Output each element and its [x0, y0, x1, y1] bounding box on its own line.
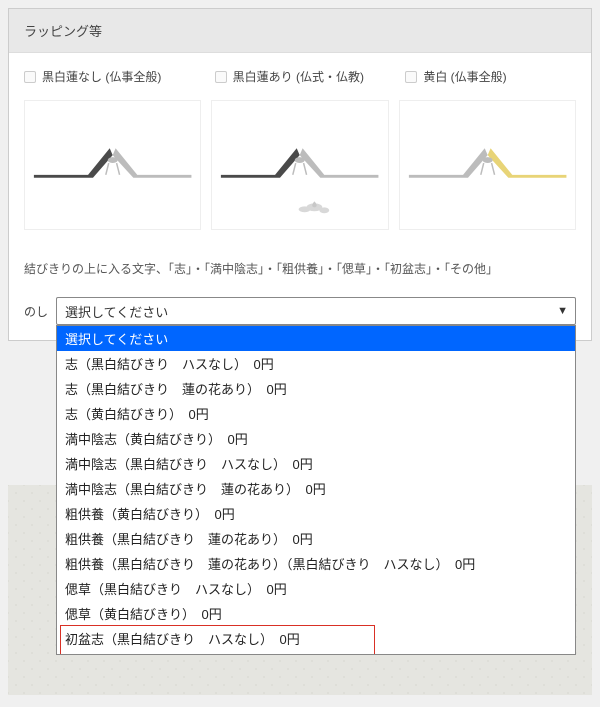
radio-icon [24, 71, 36, 83]
noshi-option-row: 黒白蓮なし (仏事全般) 黒白蓮あり (仏式・仏教) 黄白 (仏事全般) [24, 68, 576, 85]
noshi-option-1[interactable]: 黒白蓮あり (仏式・仏教) [215, 68, 386, 85]
select-value: 選択してください [65, 302, 168, 321]
dropdown-item[interactable]: 初盆志（黒白結びきり 蓮の花あり） 0円 [57, 651, 575, 655]
dropdown-item[interactable]: 粗供養（黄白結びきり） 0円 [57, 501, 575, 526]
dropdown-item[interactable]: 満中陰志（黒白結びきり ハスなし） 0円 [57, 451, 575, 476]
chevron-down-icon: ▼ [557, 305, 568, 317]
dropdown-item[interactable]: 選択してください [57, 326, 575, 351]
preview-card-0[interactable] [24, 100, 201, 230]
preview-card-1[interactable] [211, 100, 388, 230]
dropdown-item[interactable]: 満中陰志（黄白結びきり） 0円 [57, 426, 575, 451]
dropdown-item[interactable]: 満中陰志（黒白結びきり 蓮の花あり） 0円 [57, 476, 575, 501]
lotus-icon [299, 201, 330, 213]
noshi-option-0[interactable]: 黒白蓮なし (仏事全般) [24, 68, 195, 85]
noshi-option-label: 黒白蓮なし (仏事全般) [42, 68, 161, 85]
dropdown-item[interactable]: 志（黒白結びきり ハスなし） 0円 [57, 351, 575, 376]
noshi-select[interactable]: 選択してください ▼ [56, 297, 576, 325]
help-text: 結びきりの上に入る文字、「志」・「満中陰志」・「粗供養」・「偲草」・「初盆志」・… [24, 260, 576, 277]
noshi-dropdown: 選択してください志（黒白結びきり ハスなし） 0円志（黒白結びきり 蓮の花あり）… [56, 325, 576, 655]
preview-card-2[interactable] [399, 100, 576, 230]
select-wrapper: 選択してください ▼ 選択してください志（黒白結びきり ハスなし） 0円志（黒白… [56, 297, 576, 325]
dropdown-item[interactable]: 粗供養（黒白結びきり 蓮の花あり）（黒白結びきり ハスなし） 0円 [57, 551, 575, 576]
preview-row [24, 100, 576, 230]
dropdown-item[interactable]: 偲草（黒白結びきり ハスなし） 0円 [57, 576, 575, 601]
wrapping-panel: ラッピング等 黒白蓮なし (仏事全般) 黒白蓮あり (仏式・仏教) 黄白 (仏事… [8, 8, 592, 341]
ribbon-icon [400, 101, 575, 229]
ribbon-icon [25, 101, 200, 229]
select-row: のし 選択してください ▼ 選択してください志（黒白結びきり ハスなし） 0円志… [24, 297, 576, 325]
dropdown-item[interactable]: 偲草（黄白結びきり） 0円 [57, 601, 575, 626]
noshi-option-label: 黄白 (仏事全般) [423, 68, 506, 85]
dropdown-item[interactable]: 志（黄白結びきり） 0円 [57, 401, 575, 426]
select-label: のし [24, 303, 48, 320]
dropdown-item[interactable]: 志（黒白結びきり 蓮の花あり） 0円 [57, 376, 575, 401]
noshi-option-2[interactable]: 黄白 (仏事全般) [405, 68, 576, 85]
radio-icon [215, 71, 227, 83]
panel-content: 黒白蓮なし (仏事全般) 黒白蓮あり (仏式・仏教) 黄白 (仏事全般) [9, 53, 591, 340]
panel-title: ラッピング等 [9, 9, 591, 53]
dropdown-item[interactable]: 粗供養（黒白結びきり 蓮の花あり） 0円 [57, 526, 575, 551]
noshi-option-label: 黒白蓮あり (仏式・仏教) [233, 68, 364, 85]
ribbon-icon [212, 101, 387, 229]
dropdown-item[interactable]: 初盆志（黒白結びきり ハスなし） 0円 [57, 626, 575, 651]
radio-icon [405, 71, 417, 83]
